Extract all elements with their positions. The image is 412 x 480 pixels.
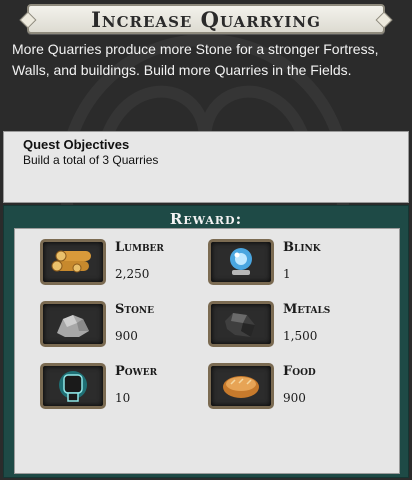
reward-title: Reward: xyxy=(169,210,243,228)
reward-amount: 1 xyxy=(283,267,291,281)
reward-name: Lumber xyxy=(115,240,164,255)
reward-frame: Reward: Lumber 2,250 Blink 1 Stone 900 M… xyxy=(3,205,409,478)
reward-name: Power xyxy=(115,364,158,379)
reward-name: Food xyxy=(283,364,316,379)
banner-corner-ornament xyxy=(19,11,37,29)
reward-item-lumber: Lumber 2,250 xyxy=(40,239,220,291)
reward-amount: 2,250 xyxy=(115,267,150,281)
reward-item-power: Power 10 xyxy=(40,363,220,415)
reward-name: Blink xyxy=(283,240,321,255)
reward-name: Stone xyxy=(115,302,155,317)
quest-title-banner: Increase Quarrying xyxy=(19,4,393,34)
quest-title: Increase Quarrying xyxy=(91,6,321,32)
power-fist-icon xyxy=(40,363,106,409)
bread-icon xyxy=(208,363,274,409)
objective-item: Build a total of 3 Quarries xyxy=(23,153,159,167)
reward-amount: 900 xyxy=(283,391,306,405)
banner-corner-ornament xyxy=(375,11,393,29)
blink-orb-icon xyxy=(208,239,274,285)
reward-amount: 900 xyxy=(115,329,138,343)
reward-item-metals: Metals 1,500 xyxy=(208,301,388,353)
reward-panel: Lumber 2,250 Blink 1 Stone 900 Metals 1,… xyxy=(14,228,400,474)
quest-objectives-panel: Quest Objectives Build a total of 3 Quar… xyxy=(3,131,409,203)
stone-icon xyxy=(40,301,106,347)
reward-amount: 10 xyxy=(115,391,131,405)
metals-ore-icon xyxy=(208,301,274,347)
reward-item-stone: Stone 900 xyxy=(40,301,220,353)
quest-description: More Quarries produce more Stone for a s… xyxy=(12,41,379,78)
lumber-icon xyxy=(40,239,106,285)
reward-item-food: Food 900 xyxy=(208,363,388,415)
reward-item-blink: Blink 1 xyxy=(208,239,388,291)
objectives-heading: Quest Objectives xyxy=(23,137,130,152)
reward-name: Metals xyxy=(283,302,331,317)
reward-amount: 1,500 xyxy=(283,329,318,343)
